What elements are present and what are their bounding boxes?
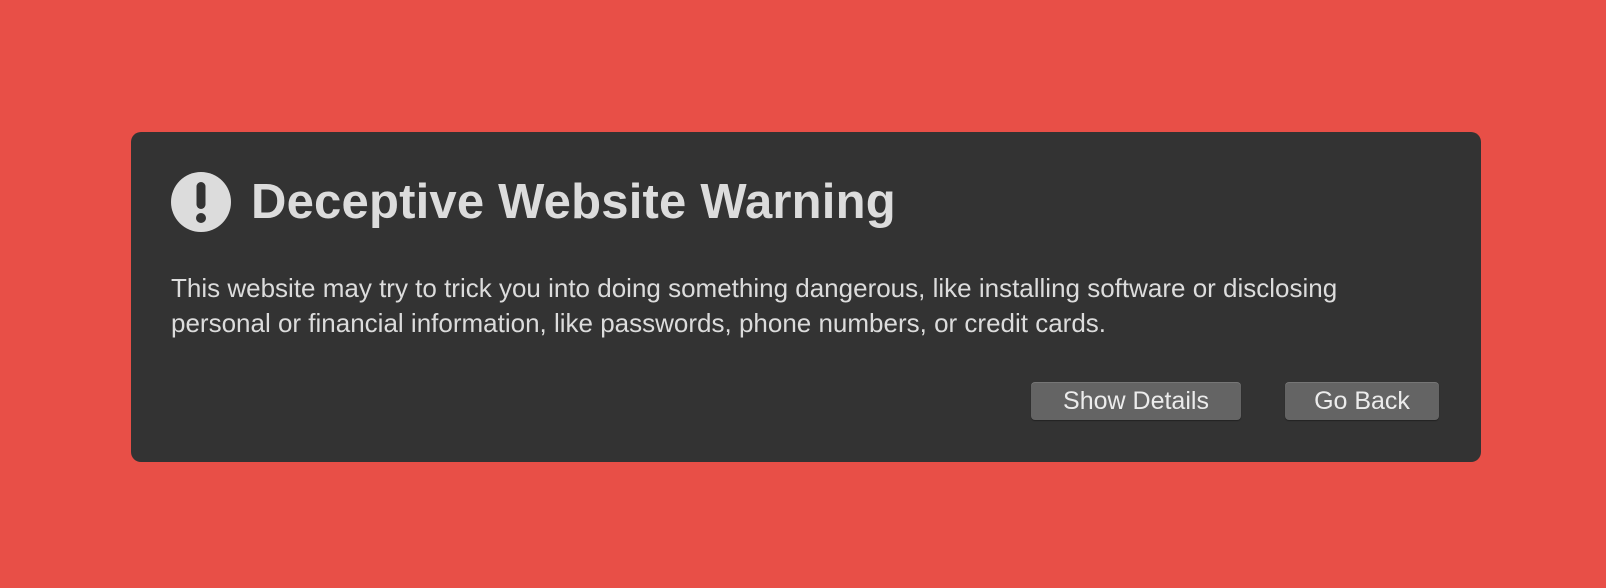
go-back-button[interactable]: Go Back	[1285, 382, 1439, 420]
warning-message: This website may try to trick you into d…	[171, 273, 1338, 338]
exclamation-circle-icon	[171, 172, 231, 232]
warning-header: Deceptive Website Warning	[171, 172, 896, 232]
warning-title: Deceptive Website Warning	[251, 175, 896, 229]
warning-panel: Deceptive Website Warning This website m…	[131, 132, 1481, 462]
show-details-button[interactable]: Show Details	[1031, 382, 1241, 420]
